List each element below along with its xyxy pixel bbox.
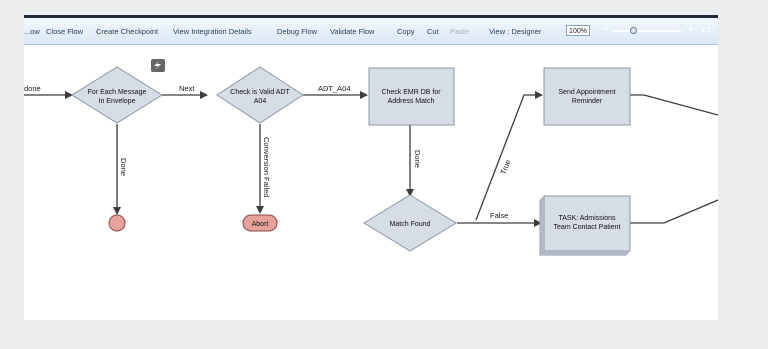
edge-send-out[interactable] bbox=[630, 94, 718, 116]
node-label-line: Match Found bbox=[390, 221, 431, 228]
node-label-line: Address Match bbox=[388, 98, 435, 105]
node-label-line: In Envelope bbox=[99, 98, 136, 105]
node-match-found[interactable]: Match Found bbox=[363, 194, 457, 252]
edge-label-false: False bbox=[490, 211, 508, 220]
edge-label-true: True bbox=[499, 158, 513, 175]
node-end-circle[interactable] bbox=[108, 214, 126, 232]
node-send-appointment-reminder[interactable]: Send Appointment Reminder bbox=[543, 67, 631, 126]
edge-label-done-in: done bbox=[24, 84, 41, 93]
node-label-line: Check EMR DB for bbox=[381, 89, 441, 96]
node-check-valid-adt[interactable]: Check is Valid ADT A04 bbox=[216, 66, 304, 124]
node-label-line: TASK: Admissions bbox=[558, 215, 616, 222]
edge-label-conversion-failed: Conversion Failed bbox=[262, 137, 271, 197]
lightning-icon[interactable] bbox=[151, 59, 165, 72]
node-label-line: For Each Message bbox=[88, 89, 147, 96]
node-label-line: A04 bbox=[254, 98, 267, 105]
edge-true[interactable] bbox=[475, 91, 543, 221]
node-label-line: Send Appointment bbox=[558, 89, 615, 96]
node-task-admissions[interactable]: TASK: Admissions Team Contact Patient bbox=[539, 195, 631, 256]
node-check-emr-db[interactable]: Check EMR DB for Address Match bbox=[368, 67, 455, 126]
edge-task-out[interactable] bbox=[630, 199, 718, 224]
node-label-line: Check is Valid ADT bbox=[230, 89, 290, 96]
edge-label-done-emr: Done bbox=[413, 150, 422, 168]
node-for-each-message[interactable]: For Each Message In Envelope bbox=[71, 66, 163, 124]
flow-canvas: done Next ADT_A04 False Done Conversion … bbox=[24, 59, 718, 256]
node-label-line: Reminder bbox=[572, 98, 603, 105]
edge-label-done-loop: Done bbox=[119, 158, 128, 176]
flow-designer-window: ...ow Close Flow Create Checkpoint View … bbox=[24, 15, 718, 320]
edge-label-next: Next bbox=[179, 84, 195, 93]
node-label-line: Abort bbox=[252, 221, 269, 228]
node-abort[interactable]: Abort bbox=[242, 214, 278, 232]
node-label-line: Team Contact Patient bbox=[554, 224, 621, 231]
edge-label-adt-a04: ADT_A04 bbox=[318, 84, 351, 93]
